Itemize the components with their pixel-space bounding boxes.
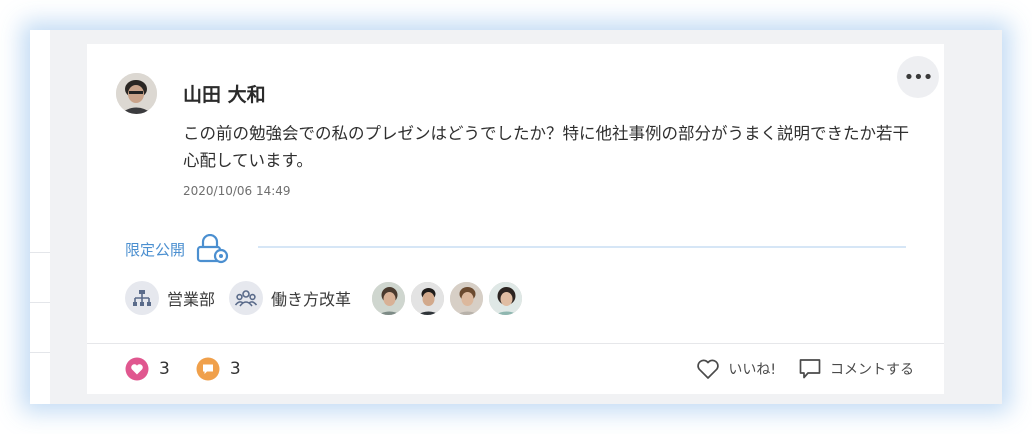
member-avatar[interactable] <box>410 280 446 316</box>
member-avatar[interactable] <box>449 280 485 316</box>
group-chip-sales[interactable]: 営業部 <box>125 281 215 315</box>
more-options-button[interactable]: ••• <box>897 56 939 98</box>
visibility-indicator[interactable]: 限定公開 <box>125 234 229 264</box>
like-count-value: 3 <box>159 359 170 379</box>
member-avatar[interactable] <box>371 280 407 316</box>
group-label: 働き方改革 <box>271 290 352 309</box>
comment-count-value: 3 <box>229 359 241 379</box>
visibility-divider <box>258 246 906 248</box>
heart-filled-icon <box>125 357 149 381</box>
group-chip-workstyle[interactable]: 働き方改革 <box>229 281 351 315</box>
comment-button-label: コメントする <box>830 362 914 378</box>
comment-outline-icon <box>798 357 830 381</box>
org-chart-icon <box>125 281 159 315</box>
visibility-label: 限定公開 <box>125 240 186 259</box>
post-footer: 3 3 いいね! コメントする <box>87 344 944 394</box>
heart-outline-icon <box>696 358 728 380</box>
comment-count[interactable]: 3 <box>196 357 241 381</box>
member-avatars <box>371 280 527 316</box>
group-label: 営業部 <box>167 290 216 309</box>
author-name[interactable]: 山田 大和 <box>183 80 266 107</box>
post-card: ••• 山田 大和 この前の勉強会での私のプレゼンはどうでしたか？特に他社事例の… <box>87 44 944 394</box>
group-list: 営業部 働き方改革 <box>125 280 527 316</box>
comment-filled-icon <box>196 357 220 381</box>
lock-icon <box>195 234 229 264</box>
comment-button[interactable]: コメントする <box>798 357 914 381</box>
post-actions: いいね! コメントする <box>696 357 914 381</box>
post-body: この前の勉強会での私のプレゼンはどうでしたか？特に他社事例の部分がうまく説明でき… <box>183 124 909 170</box>
people-group-icon <box>229 281 264 315</box>
post-timestamp: 2020/10/06 14:49 <box>183 184 291 198</box>
like-button-label: いいね! <box>728 362 776 378</box>
like-count[interactable]: 3 <box>125 357 170 381</box>
left-panel <box>30 30 50 404</box>
author-avatar[interactable] <box>116 73 157 114</box>
like-button[interactable]: いいね! <box>696 358 776 380</box>
member-avatar[interactable] <box>488 280 524 316</box>
